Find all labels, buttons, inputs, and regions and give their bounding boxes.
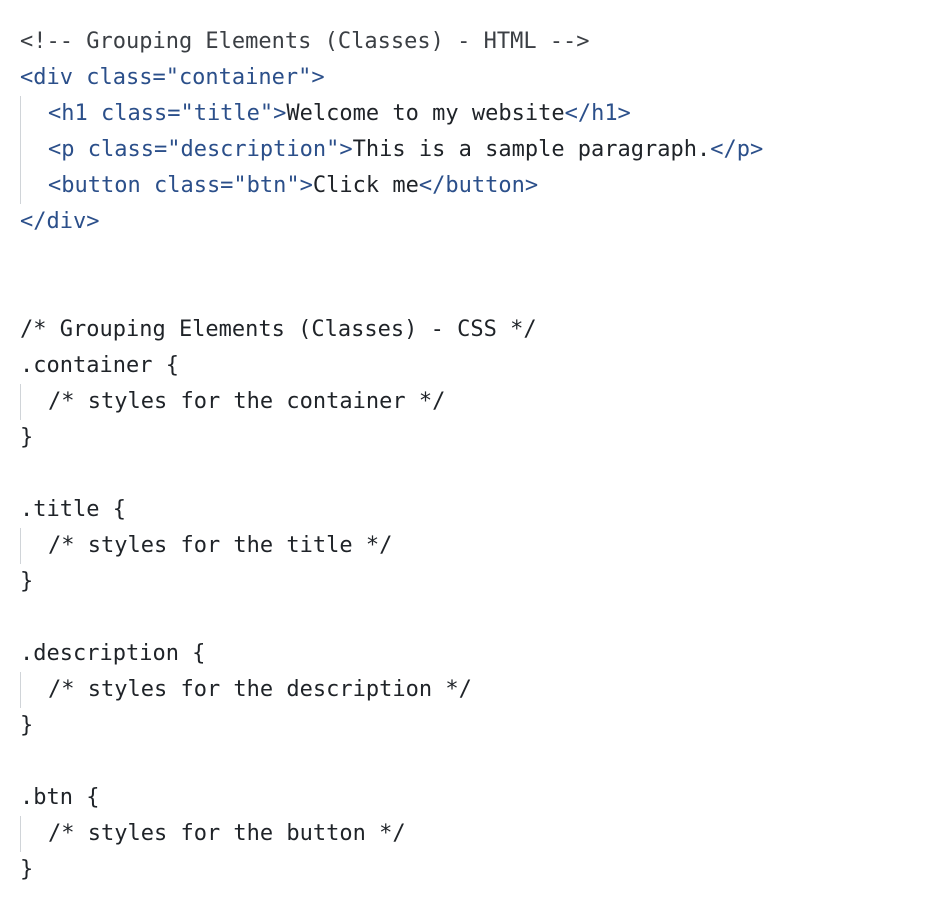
code-line-rule-close: }	[20, 708, 920, 744]
code-line-html-comment: <!-- Grouping Elements (Classes) - HTML …	[20, 24, 920, 60]
indent-guide	[20, 384, 21, 420]
code-line-rule-body: /* styles for the container */	[20, 384, 920, 420]
css-comment: /* Grouping Elements (Classes) - CSS */	[20, 317, 537, 342]
code-line-div-open: <div class="container">	[20, 60, 920, 96]
code-line-rule-body: /* styles for the description */	[20, 672, 920, 708]
rule-body-title: /* styles for the title */	[48, 533, 393, 558]
rule-close-description: }	[20, 713, 34, 738]
indent-guide	[20, 672, 21, 708]
code-line-button: <button class="btn">Click me</button>	[20, 168, 920, 204]
rule-close-btn: }	[20, 857, 34, 882]
code-line-div-close: </div>	[20, 204, 920, 240]
h1-open-tag: <h1 class="title">	[48, 101, 287, 126]
code-line-h1: <h1 class="title">Welcome to my website<…	[20, 96, 920, 132]
rule-close-title: }	[20, 569, 34, 594]
indent-guide	[20, 816, 21, 852]
button-text: Click me	[312, 173, 419, 198]
h1-close-tag: </h1>	[564, 101, 631, 126]
indent-guide	[20, 132, 21, 168]
p-close-tag: </p>	[710, 137, 764, 162]
p-open-tag: <p class="description">	[48, 137, 353, 162]
indent-guide	[20, 168, 21, 204]
h1-text: Welcome to my website	[286, 101, 565, 126]
indent-guide	[20, 96, 21, 132]
button-close-tag: </button>	[418, 173, 539, 198]
rule-body-btn: /* styles for the button */	[48, 821, 406, 846]
rule-selector-description: .description {	[20, 641, 206, 666]
code-line-rule-selector: .btn {	[20, 780, 920, 816]
code-line-rule-selector: .title {	[20, 492, 920, 528]
div-open-tag: <div class="container">	[20, 65, 325, 90]
code-line-rule-close: }	[20, 564, 920, 600]
div-close-tag: </div>	[20, 209, 100, 234]
code-line-rule-close: }	[20, 852, 920, 888]
code-line-rule-body: /* styles for the title */	[20, 528, 920, 564]
code-line-rule-close: }	[20, 420, 920, 456]
rule-body-description: /* styles for the description */	[48, 677, 472, 702]
html-comment: <!-- Grouping Elements (Classes) - HTML …	[20, 29, 590, 54]
rule-close-container: }	[20, 425, 34, 450]
rule-body-container: /* styles for the container */	[48, 389, 446, 414]
code-line-css-comment: /* Grouping Elements (Classes) - CSS */	[20, 312, 920, 348]
code-view: <!-- Grouping Elements (Classes) - HTML …	[20, 24, 920, 888]
code-line-p: <p class="description">This is a sample …	[20, 132, 920, 168]
button-open-tag: <button class="btn">	[48, 173, 313, 198]
rule-selector-container: .container {	[20, 353, 179, 378]
rule-selector-btn: .btn {	[20, 785, 100, 810]
p-text: This is a sample paragraph.	[352, 137, 711, 162]
code-line-rule-selector: .description {	[20, 636, 920, 672]
rule-selector-title: .title {	[20, 497, 126, 522]
code-line-rule-selector: .container {	[20, 348, 920, 384]
indent-guide	[20, 528, 21, 564]
code-line-rule-body: /* styles for the button */	[20, 816, 920, 852]
